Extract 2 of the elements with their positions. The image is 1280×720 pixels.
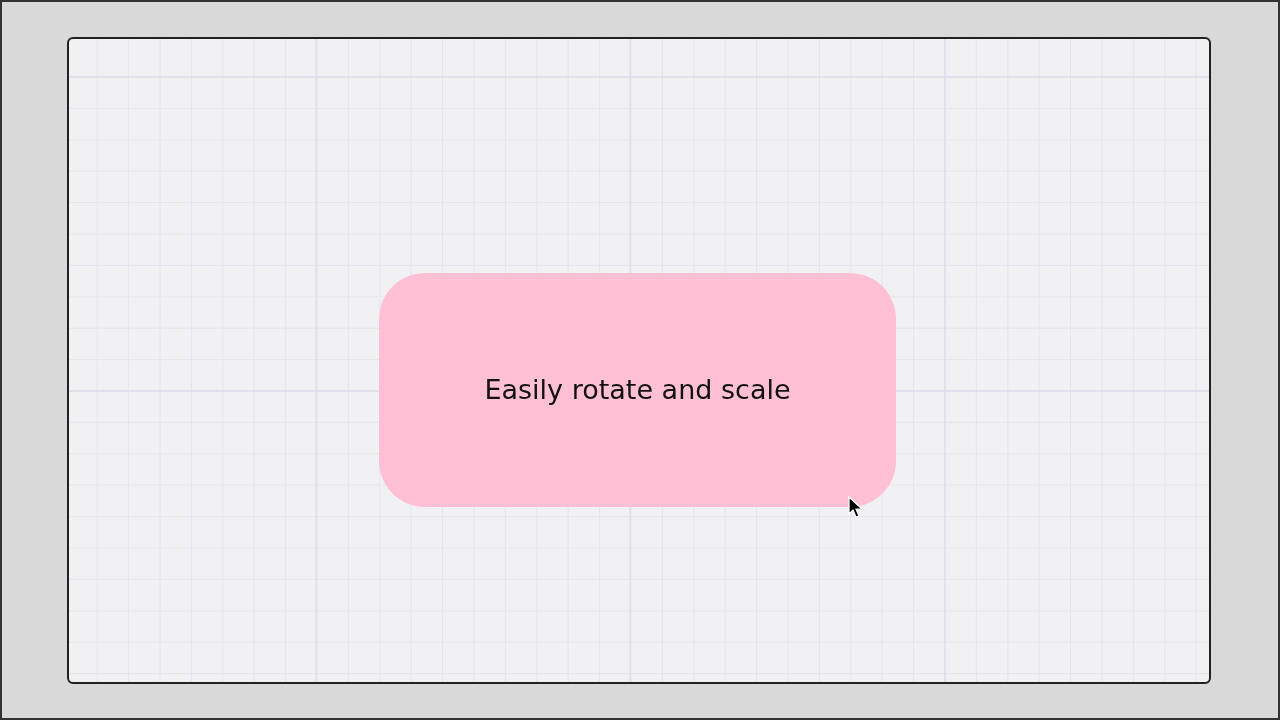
- shape-label: Easily rotate and scale: [484, 372, 791, 407]
- rounded-rectangle[interactable]: Easily rotate and scale: [379, 273, 896, 507]
